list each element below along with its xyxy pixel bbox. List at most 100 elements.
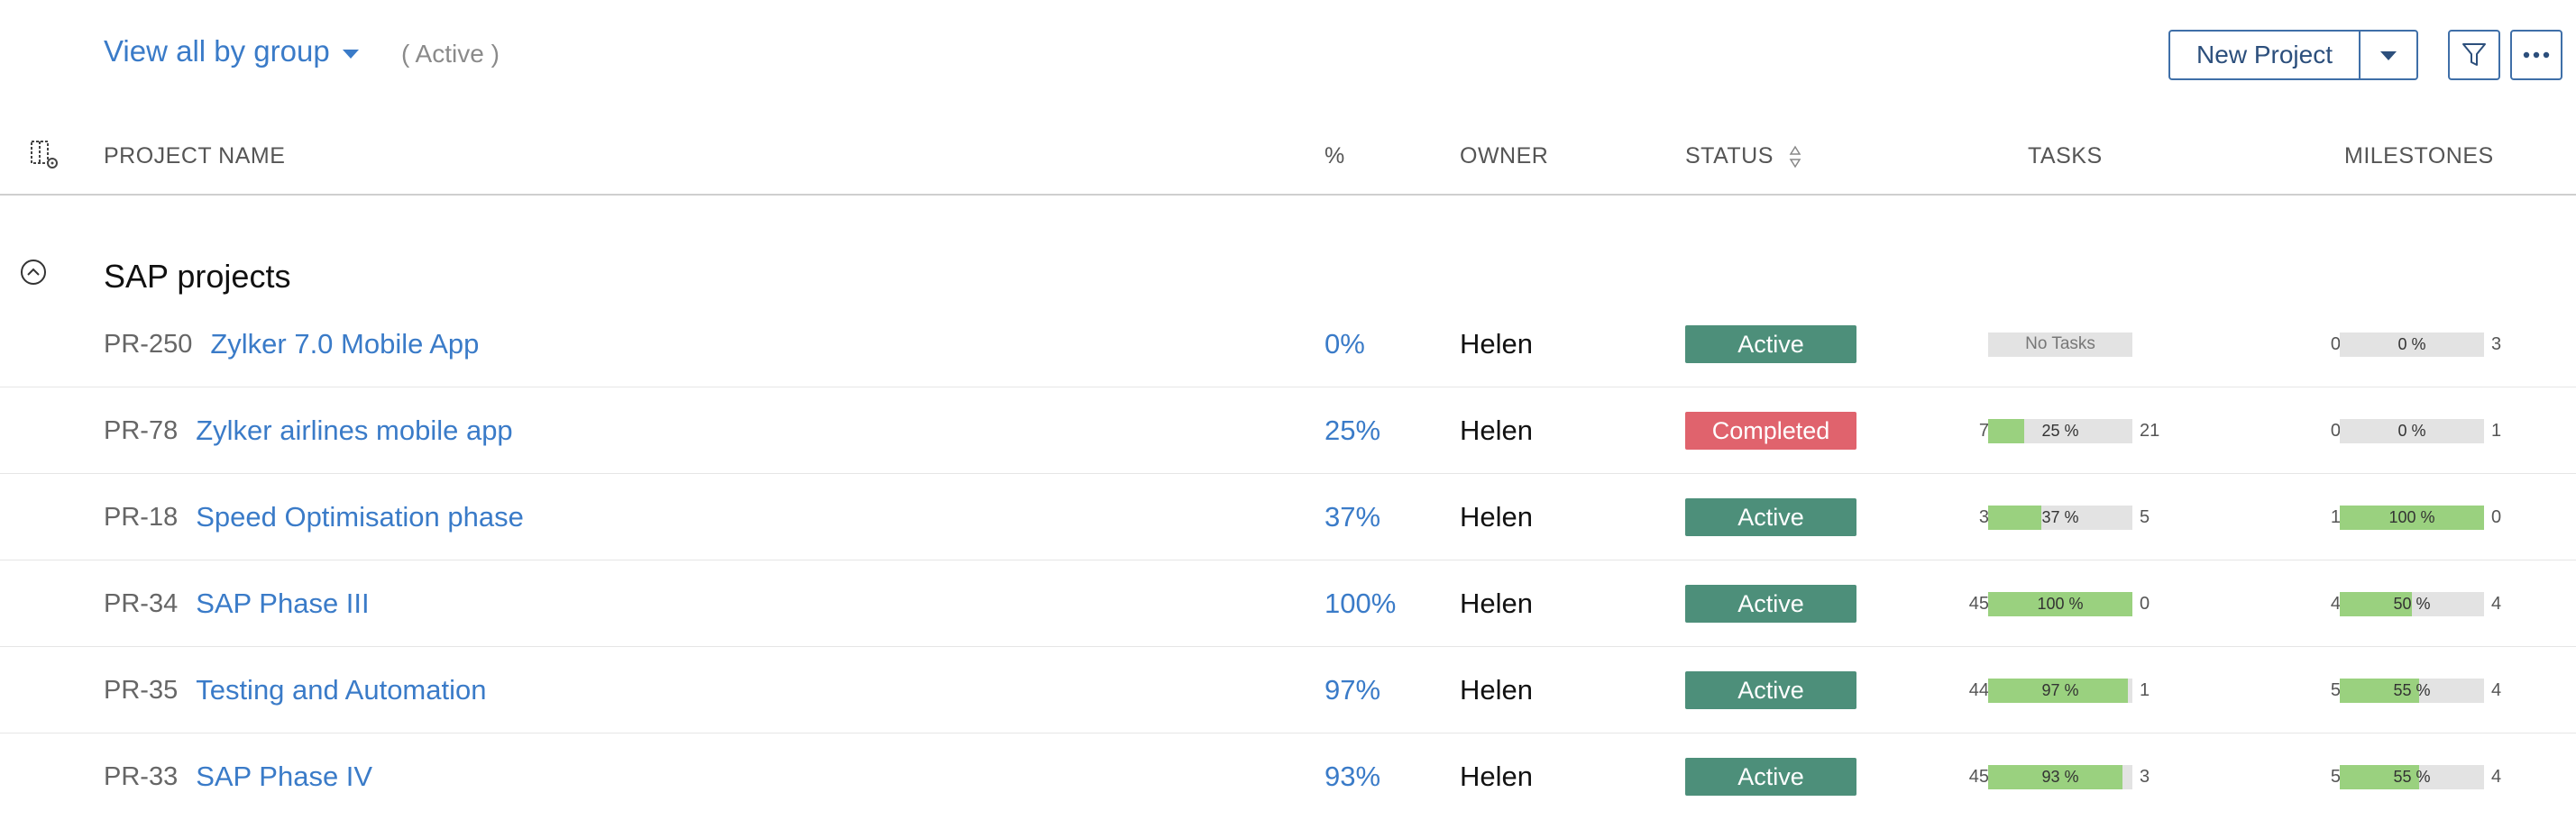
- column-header-status[interactable]: STATUS: [1685, 143, 1801, 169]
- status-badge[interactable]: Active: [1685, 498, 1856, 536]
- milestones-progress: 1 100 % 0: [2290, 474, 2525, 560]
- milestones-progress-bar: 100 %: [2340, 505, 2484, 530]
- tasks-progress: 45 100 % 0: [1939, 560, 2173, 647]
- table-row: PR-33 SAP Phase IV 93% Helen Active 45 9…: [0, 733, 2576, 820]
- project-percent[interactable]: 0%: [1325, 301, 1365, 387]
- milestones-progress-label: 0 %: [2397, 334, 2426, 353]
- milestones-closed-count[interactable]: 0: [2491, 507, 2501, 528]
- tasks-open-count[interactable]: 7: [1944, 421, 1989, 442]
- sort-icon[interactable]: [1789, 145, 1801, 169]
- tasks-progress: 7 25 % 21: [1939, 387, 2173, 474]
- column-header-percent[interactable]: %: [1325, 143, 1345, 169]
- project-percent[interactable]: 97%: [1325, 647, 1380, 733]
- status-cell: Active: [1685, 733, 1856, 820]
- project-owner: Helen: [1460, 674, 1533, 706]
- tasks-open-count[interactable]: 45: [1944, 767, 1989, 788]
- project-name-link[interactable]: Speed Optimisation phase: [196, 501, 524, 533]
- status-badge[interactable]: Active: [1685, 585, 1856, 623]
- project-name-link[interactable]: SAP Phase IV: [196, 761, 372, 793]
- tasks-progress-bar: No Tasks: [1988, 332, 2132, 357]
- milestones-progress: 4 50 % 4: [2290, 560, 2525, 647]
- milestones-open-count[interactable]: 1: [2296, 507, 2341, 528]
- active-filter-label: ( Active ): [401, 40, 500, 68]
- project-name-link[interactable]: Zylker 7.0 Mobile App: [210, 328, 479, 360]
- more-options-button[interactable]: [2510, 30, 2562, 80]
- tasks-progress-bar: 97 %: [1988, 678, 2132, 703]
- status-badge[interactable]: Active: [1685, 325, 1856, 363]
- collapse-icon[interactable]: [19, 258, 48, 291]
- new-project-dropdown-button[interactable]: [2361, 32, 2416, 78]
- tasks-closed-count[interactable]: 3: [2140, 767, 2150, 788]
- milestones-progress-bar: 0 %: [2340, 332, 2484, 357]
- column-header-project-name[interactable]: PROJECT NAME: [104, 143, 285, 169]
- milestones-open-count[interactable]: 5: [2296, 767, 2341, 788]
- tasks-open-count[interactable]: 3: [1944, 507, 1989, 528]
- project-percent[interactable]: 93%: [1325, 733, 1380, 820]
- project-id: PR-34: [104, 588, 179, 618]
- table-row: PR-250 Zylker 7.0 Mobile App 0% Helen Ac…: [0, 301, 2576, 387]
- milestones-closed-count[interactable]: 4: [2491, 767, 2501, 788]
- project-name-link[interactable]: SAP Phase III: [196, 588, 369, 620]
- tasks-open-count[interactable]: 44: [1944, 680, 1989, 701]
- milestones-progress-bar: 55 %: [2340, 678, 2484, 703]
- project-percent[interactable]: 25%: [1325, 387, 1380, 474]
- tasks-closed-count[interactable]: 5: [2140, 507, 2150, 528]
- tasks-closed-count[interactable]: 21: [2140, 421, 2159, 442]
- milestones-progress-label: 55 %: [2393, 767, 2431, 786]
- status-cell: Active: [1685, 474, 1856, 560]
- column-header-owner[interactable]: OWNER: [1460, 143, 1548, 169]
- milestones-open-count[interactable]: 0: [2296, 334, 2341, 355]
- milestones-open-count[interactable]: 0: [2296, 421, 2341, 442]
- tasks-progress-label: 97 %: [2041, 680, 2079, 699]
- status-cell: Completed: [1685, 387, 1856, 474]
- milestones-open-count[interactable]: 4: [2296, 594, 2341, 615]
- tasks-progress: No Tasks: [1939, 301, 2173, 387]
- table-header: PROJECT NAME % OWNER STATUS TASKS MILEST…: [0, 126, 2576, 196]
- milestones-progress: 5 55 % 4: [2290, 733, 2525, 820]
- project-percent[interactable]: 100%: [1325, 560, 1396, 647]
- milestones-closed-count[interactable]: 4: [2491, 594, 2501, 615]
- more-icon: [2523, 51, 2550, 59]
- project-percent[interactable]: 37%: [1325, 474, 1380, 560]
- table-row: PR-35 Testing and Automation 97% Helen A…: [0, 647, 2576, 733]
- milestones-progress-label: 0 %: [2397, 421, 2426, 440]
- project-id: PR-78: [104, 415, 179, 445]
- column-header-milestones[interactable]: MILESTONES: [2344, 143, 2494, 169]
- status-badge[interactable]: Completed: [1685, 412, 1856, 450]
- new-project-button[interactable]: New Project: [2170, 32, 2361, 78]
- project-id-cell: PR-18 Speed Optimisation phase: [104, 474, 524, 560]
- milestones-closed-count[interactable]: 1: [2491, 421, 2501, 442]
- project-owner: Helen: [1460, 501, 1533, 533]
- tasks-closed-count[interactable]: 1: [2140, 680, 2150, 701]
- project-id-cell: PR-35 Testing and Automation: [104, 647, 486, 733]
- tasks-open-count[interactable]: 45: [1944, 594, 1989, 615]
- status-badge[interactable]: Active: [1685, 671, 1856, 709]
- project-id-cell: PR-34 SAP Phase III: [104, 560, 370, 647]
- tasks-closed-count[interactable]: 0: [2140, 594, 2150, 615]
- milestones-progress: 0 0 % 3: [2290, 301, 2525, 387]
- milestones-progress-bar: 50 %: [2340, 591, 2484, 616]
- milestones-progress-label: 50 %: [2393, 594, 2431, 613]
- filter-button[interactable]: [2448, 30, 2500, 80]
- filter-icon: [2462, 43, 2486, 66]
- tasks-progress-bar: 25 %: [1988, 418, 2132, 443]
- chevron-down-icon: [2380, 51, 2397, 60]
- project-name-link[interactable]: Zylker airlines mobile app: [196, 415, 512, 447]
- view-group-dropdown[interactable]: View all by group: [104, 34, 359, 68]
- milestones-closed-count[interactable]: 4: [2491, 680, 2501, 701]
- project-list: PR-250 Zylker 7.0 Mobile App 0% Helen Ac…: [0, 301, 2576, 820]
- table-row: PR-78 Zylker airlines mobile app 25% Hel…: [0, 387, 2576, 474]
- project-owner: Helen: [1460, 761, 1533, 792]
- toolbar: View all by group ( Active ) New Project: [0, 0, 2576, 113]
- status-badge[interactable]: Active: [1685, 758, 1856, 796]
- column-header-tasks[interactable]: TASKS: [2028, 143, 2103, 169]
- milestones-progress: 0 0 % 1: [2290, 387, 2525, 474]
- chevron-down-icon: [342, 50, 359, 59]
- column-settings-icon[interactable]: [29, 139, 61, 176]
- milestones-open-count[interactable]: 5: [2296, 680, 2341, 701]
- status-cell: Active: [1685, 301, 1856, 387]
- project-name-link[interactable]: Testing and Automation: [196, 674, 486, 706]
- milestones-closed-count[interactable]: 3: [2491, 334, 2501, 355]
- tasks-progress: 3 37 % 5: [1939, 474, 2173, 560]
- project-id: PR-18: [104, 502, 179, 532]
